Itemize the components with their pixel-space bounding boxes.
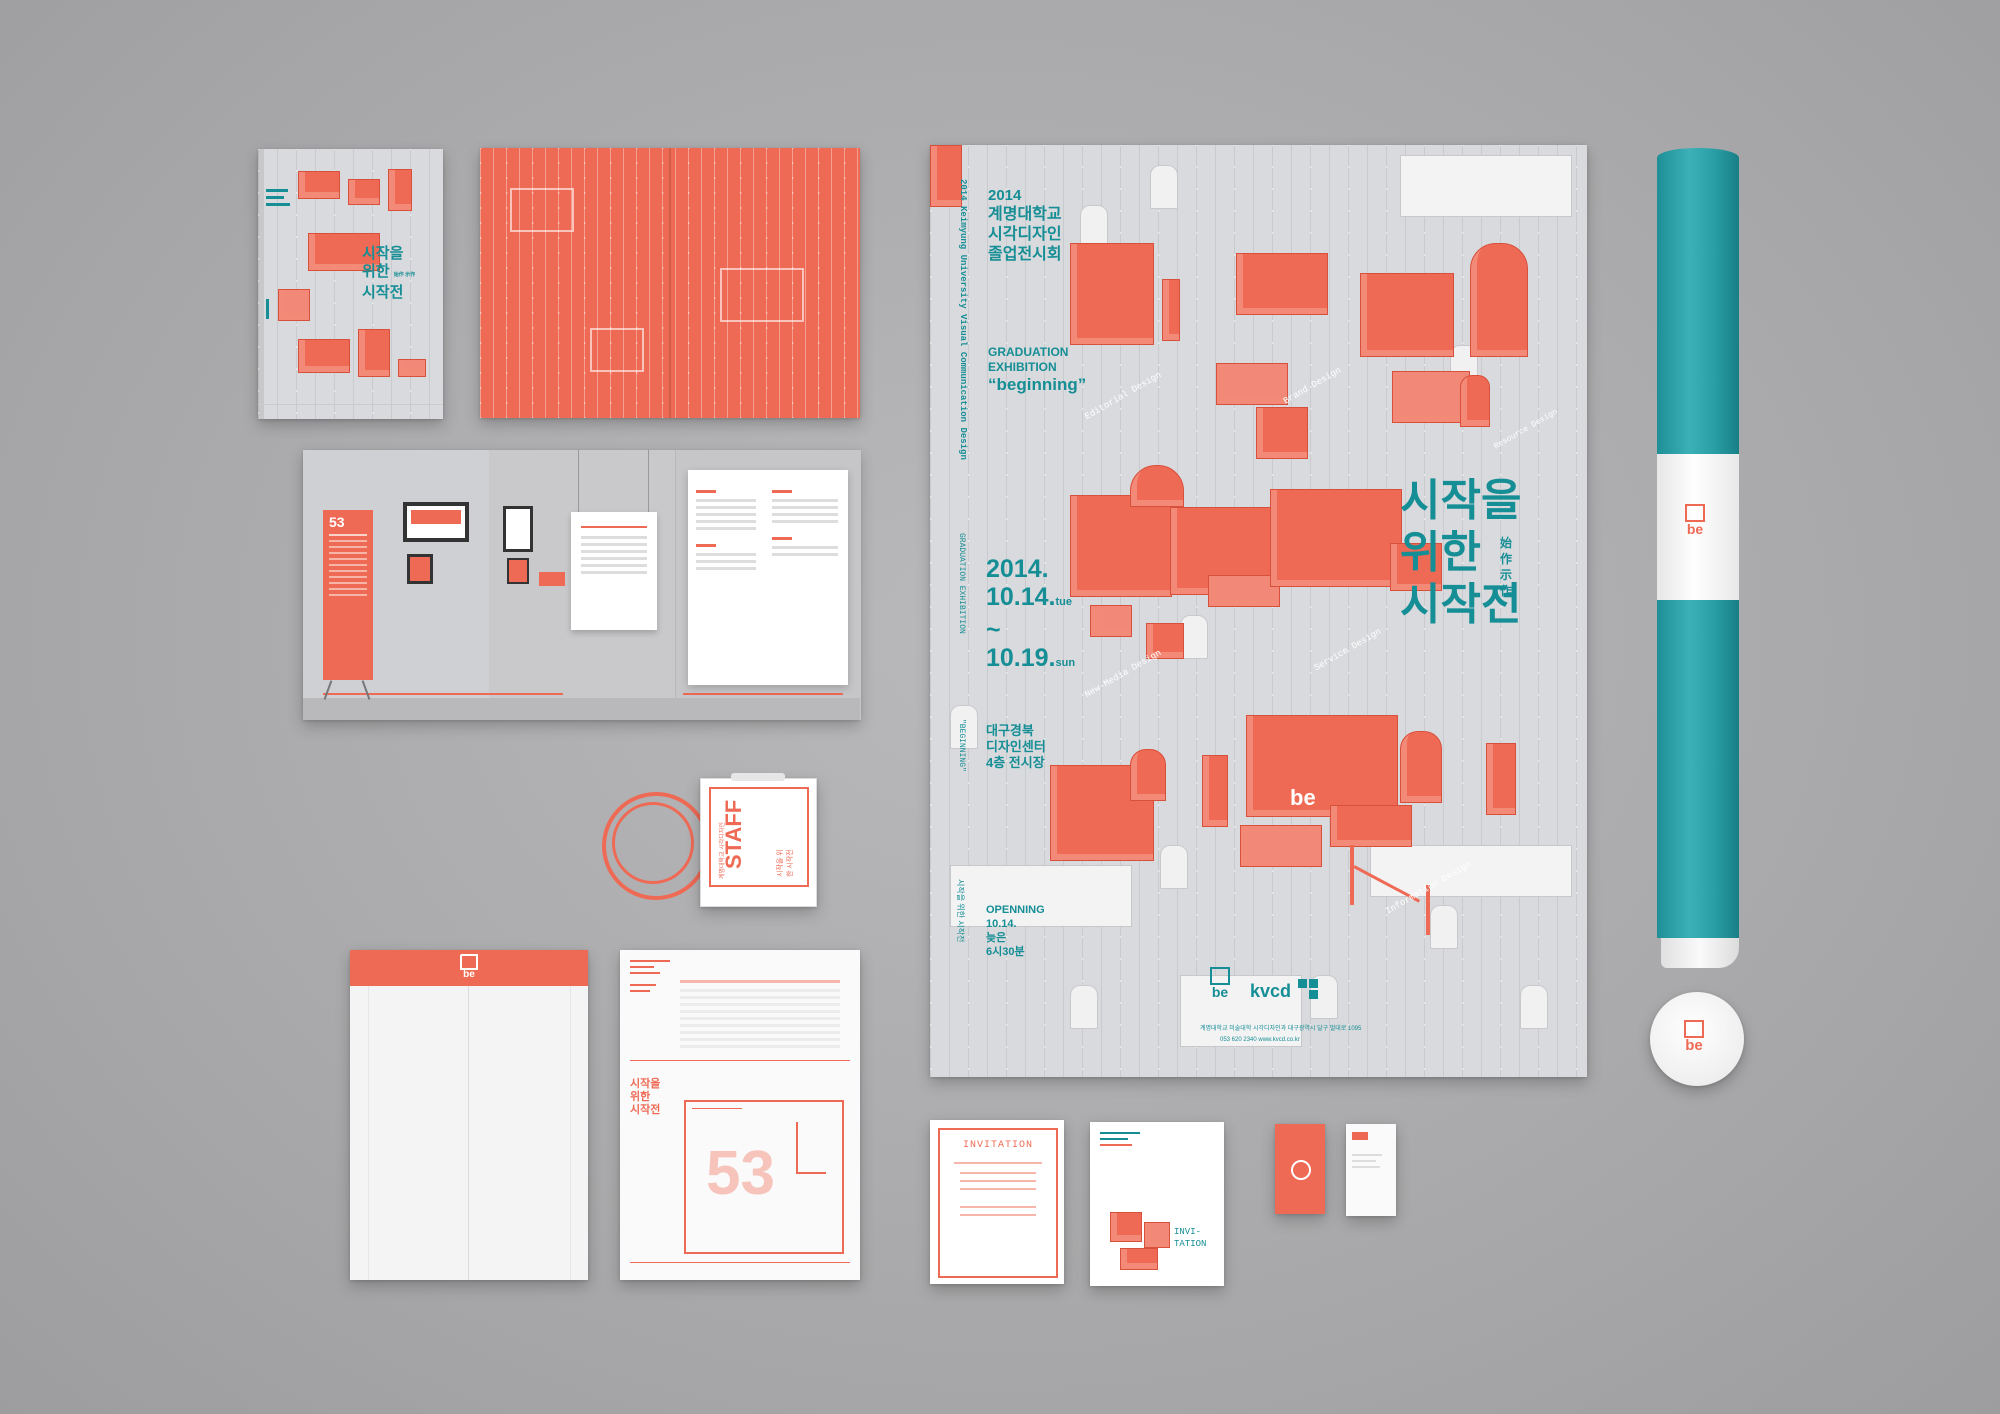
poster-year: 2014 — [988, 187, 1022, 204]
poster-date-start: 10.14. — [986, 583, 1056, 611]
poster-label-resource: Resource Design — [1492, 407, 1560, 452]
poster-title-side-2: 示作 — [1500, 568, 1513, 598]
letter-title-3: 시작전 — [630, 1104, 661, 1116]
invitation-label: INVITATION — [962, 1140, 1033, 1151]
letter-title-1: 시작을 — [630, 1078, 661, 1090]
poster-be-logo: be — [1210, 967, 1230, 999]
poster-venue-2: 디자인센터 — [986, 739, 1046, 754]
rolled-poster: be — [1657, 148, 1739, 968]
poster-vertical-english-4: 시작을 위한 시작전 — [956, 879, 965, 943]
poster-grad-1: GRADUATION — [988, 345, 1069, 359]
invitation-card: INVITATION — [930, 1120, 1064, 1284]
poster-date-end: 10.19. — [986, 644, 1056, 672]
poster-date-tilde: ~ — [986, 616, 1001, 644]
poster-grad-3: “beginning” — [988, 375, 1087, 394]
badge-logo: be — [1684, 1020, 1704, 1053]
poster-footer-1: 계명대학교 미술대학 시각디자인과 대구광역시 달구 벌대로 1095 — [1200, 1026, 1362, 1032]
poster-title-2: 위한 — [1400, 528, 1481, 577]
brochure-banner-number: 53 — [329, 514, 345, 530]
poster-date-year: 2014. — [986, 555, 1049, 583]
poster-footer-2: 053 620 2340 www.kvcd.co.kr — [1220, 1037, 1300, 1043]
poster-kvcd-logo: kvcd — [1250, 981, 1292, 1001]
letter-big-number: 53 — [706, 1139, 775, 1208]
staff-card-sub2: 시작을 위한 시작전 — [777, 849, 794, 877]
poster-vertical-english-3: "BEGINNING" — [957, 719, 966, 772]
cover-small-chars: 始作 示作 — [393, 272, 416, 278]
rolled-poster-logo: be — [1685, 504, 1705, 536]
poster-label-service: Service Design — [1312, 626, 1384, 674]
brochure: 53 — [303, 450, 861, 720]
cover-title-3: 시작전 — [362, 284, 404, 301]
poster-opening-3: 늦은 — [986, 932, 1007, 944]
poster-opening-2: 10.14. — [986, 918, 1017, 930]
poster-title-1: 시작을 — [1400, 476, 1522, 525]
poster-label-editorial: Editorial Design — [1083, 370, 1164, 422]
poster-label-brand: Brand Design — [1281, 365, 1343, 407]
poster-date-start-day: tue — [1055, 596, 1073, 608]
book-cover: 시작을 위한 始作 示作 시작전 — [258, 149, 443, 419]
poster-title-side-1: 始作 — [1500, 536, 1513, 566]
poster-kvcd-mark — [1298, 979, 1318, 999]
business-card-red — [1275, 1124, 1325, 1214]
poster-label-newmedia: New-Media Design — [1083, 648, 1164, 700]
envelope: be — [350, 950, 588, 1280]
poster-school-2: 시각디자인 — [988, 226, 1062, 243]
poster-opening-1: OPENNING — [986, 904, 1045, 916]
main-poster: be 2014 Keimyung University Visual Commu… — [930, 145, 1587, 1077]
envelope-logo: be — [458, 954, 480, 980]
cover-title-2: 위한 — [362, 263, 390, 280]
poster-school-1: 계명대학교 — [988, 206, 1062, 223]
badge-button: be — [1650, 992, 1744, 1086]
poster-opening-4: 6시30분 — [986, 946, 1025, 958]
business-card-white — [1346, 1124, 1396, 1216]
book-spread-pattern — [480, 148, 860, 418]
letter-title-2: 위한 — [630, 1091, 651, 1103]
invitation-card-2: INVI- TATION — [1090, 1122, 1224, 1286]
staff-card-sub1: 계명대학교 시각디자인 — [720, 822, 726, 879]
invitation2-label-1: INVI- — [1174, 1227, 1202, 1237]
poster-venue-3: 4층 전시장 — [986, 755, 1045, 770]
poster-date-end-day: sun — [1055, 657, 1076, 669]
poster-vertical-english-2: GRADUATION EXHIBITION — [957, 533, 966, 634]
poster-vertical-english: 2014 Keimyung University Visual Communic… — [958, 179, 968, 460]
brochure-red-banner: 53 — [323, 510, 373, 680]
staff-card: STAFF 계명대학교 시각디자인 시작을 위한 시작전 — [700, 773, 817, 907]
poster-school-3: 졸업전시회 — [988, 246, 1062, 263]
cover-title-1: 시작을 — [362, 245, 404, 262]
invitation2-label-2: TATION — [1174, 1239, 1207, 1249]
poster-grad-2: EXHIBITION — [988, 360, 1057, 374]
letterhead: 시작을 위한 시작전 53 — [620, 950, 860, 1280]
poster-venue-1: 대구경북 — [986, 723, 1034, 738]
